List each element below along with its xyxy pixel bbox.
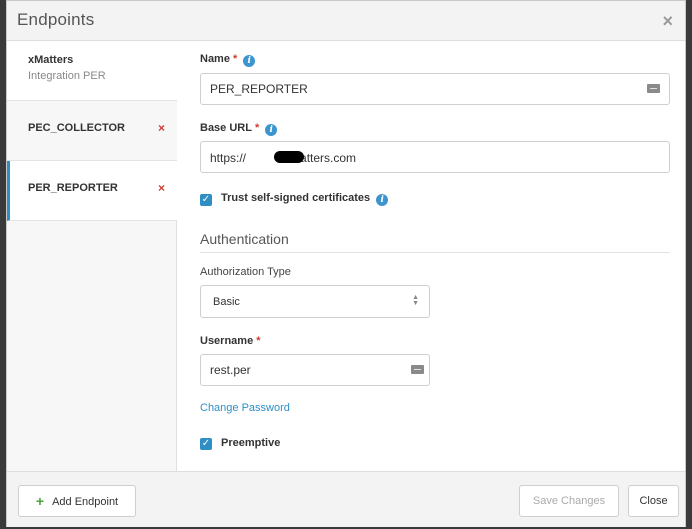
info-icon[interactable]: i [376,194,389,206]
sidebar-item-pec-collector[interactable]: PEC_COLLECTOR × [7,101,177,161]
required-mark: * [254,122,260,134]
sidebar-item-per-reporter[interactable]: PER_REPORTER × [7,161,177,221]
dialog-title: Endpoints [17,10,95,29]
base-url-input[interactable]: https://xmatters.com [200,141,670,173]
trust-certificates-checkbox[interactable]: ✓ [200,194,212,206]
preemptive-label: Preemptive [221,437,281,449]
username-label: Username * [200,335,260,347]
keyboard-icon [411,365,424,374]
username-label-text: Username [200,335,254,347]
section-divider [200,252,670,253]
authorization-type-value: Basic [213,296,240,308]
base-url-label-text: Base URL [200,122,252,134]
sidebar-item-label: PER_REPORTER [28,182,118,194]
dialog-footer: + Add Endpoint Save Changes Close [7,471,685,527]
name-input[interactable] [200,73,670,105]
delete-icon[interactable]: × [158,121,165,135]
endpoints-dialog: Endpoints × xMatters Integration PER PEC… [6,0,686,527]
dialog-header: Endpoints × [7,1,685,41]
base-url-label: Base URL * i [200,122,278,136]
sidebar-item-label: PEC_COLLECTOR [28,122,125,134]
select-arrows-icon: ▲ ▼ [412,294,419,307]
name-label-text: Name [200,53,230,65]
trust-certificates-text: Trust self-signed certificates [221,192,371,204]
add-endpoint-button[interactable]: + Add Endpoint [18,485,136,517]
name-label: Name * i [200,53,256,67]
close-button[interactable]: Close [628,485,679,517]
keyboard-icon [647,84,660,93]
save-changes-button[interactable]: Save Changes [519,485,619,517]
change-password-link[interactable]: Change Password [200,402,290,414]
info-icon[interactable]: i [243,55,256,67]
required-mark: * [256,335,261,347]
authorization-type-label: Authorization Type [200,266,291,278]
endpoint-form: Name*i Base URL*i https://xmatters.com ✓… [177,41,685,471]
preemptive-checkbox[interactable]: ✓ [200,438,212,450]
sidebar-item-xmatters[interactable]: xMatters Integration PER [7,41,177,101]
close-icon[interactable]: × [662,12,673,30]
username-input[interactable] [200,354,430,386]
sidebar-item-subtitle: Integration PER [28,70,106,82]
add-endpoint-label: Add Endpoint [52,496,119,508]
info-icon[interactable]: i [265,124,278,136]
authorization-type-select[interactable]: Basic ▲ ▼ [200,285,430,318]
redaction-mark [274,151,304,163]
authentication-heading: Authentication [200,231,289,247]
delete-icon[interactable]: × [158,181,165,195]
base-url-prefix: https:// [210,151,247,165]
sidebar-item-label: xMatters [28,54,74,66]
trust-certificates-label: Trust self-signed certificates i [221,192,389,206]
required-mark: * [232,53,238,65]
plus-icon: + [35,493,45,509]
endpoint-list: xMatters Integration PER PEC_COLLECTOR ×… [7,41,177,471]
